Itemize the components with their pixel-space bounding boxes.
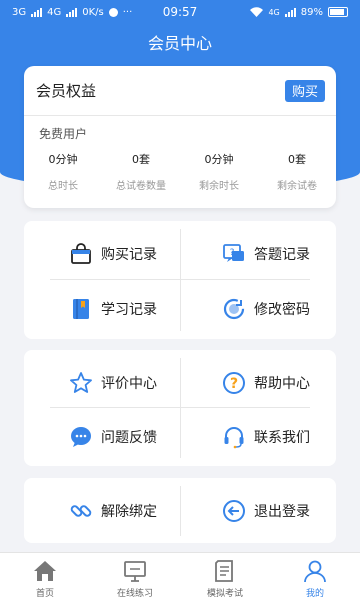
- menu-label: 评价中心: [101, 375, 157, 392]
- stat-label: 总试卷数量: [116, 181, 166, 192]
- star-icon: [70, 371, 92, 393]
- clock: 09:57: [162, 5, 198, 19]
- menu-label: 解除绑定: [101, 503, 157, 520]
- divider: [50, 407, 310, 408]
- stat-total-papers: 0套 总试卷数量: [102, 151, 180, 192]
- svg-text:?: ?: [230, 248, 235, 258]
- battery-icon: [328, 7, 348, 17]
- membership-title: 会员权益: [36, 82, 97, 100]
- buy-button[interactable]: 购买: [285, 79, 325, 102]
- menu-label: 答题记录: [254, 246, 310, 263]
- stat-label: 总时长: [48, 181, 78, 192]
- divider: [180, 229, 181, 331]
- study-records-item[interactable]: 学习记录: [24, 284, 180, 333]
- tab-mock-exam[interactable]: 模拟考试: [180, 553, 270, 600]
- menu-label: 退出登录: [254, 503, 310, 520]
- menu-group-help: 评价中心 ? 帮助中心 问题反馈 联系我们: [24, 350, 336, 466]
- logout-icon: [223, 499, 245, 522]
- user-type: 免费用户: [39, 127, 88, 141]
- stat-value: 0套: [132, 153, 150, 166]
- tab-home[interactable]: 首页: [0, 553, 90, 600]
- menu-label: 购买记录: [101, 246, 157, 263]
- exam-paper-icon: [215, 560, 233, 582]
- unlink-icon: [70, 504, 92, 517]
- tab-label: 我的: [305, 589, 324, 599]
- monitor-icon: [124, 561, 146, 582]
- stat-remaining-papers: 0套 剩余试卷: [258, 151, 336, 192]
- menu-label: 修改密码: [254, 301, 310, 318]
- tab-label: 在线练习: [116, 589, 153, 599]
- contact-us-item[interactable]: 联系我们: [180, 412, 336, 461]
- headset-icon: [224, 426, 244, 448]
- feedback-chat-icon: [71, 426, 91, 447]
- change-password-item[interactable]: 修改密码: [180, 284, 336, 333]
- bottom-tab-bar: 首页 在线练习 模拟考试 我的: [0, 552, 360, 600]
- unbind-item[interactable]: 解除绑定: [24, 486, 180, 535]
- stat-total-time: 0分钟 总时长: [24, 151, 102, 192]
- tab-online-practice[interactable]: 在线练习: [90, 553, 180, 600]
- divider: [180, 486, 181, 536]
- menu-group-records: 购买记录 ? 答题记录 学习记录 修改密码: [24, 221, 336, 339]
- tab-label: 首页: [35, 589, 54, 599]
- shopping-bag-icon: [71, 242, 91, 264]
- menu-label: 帮助中心: [254, 375, 310, 392]
- divider: [180, 358, 181, 458]
- review-center-item[interactable]: 评价中心: [24, 358, 180, 407]
- purchase-records-item[interactable]: 购买记录: [24, 229, 180, 278]
- stat-label: 剩余试卷: [277, 181, 317, 192]
- stat-label: 剩余时长: [199, 181, 239, 192]
- stat-value: 0分钟: [48, 153, 78, 166]
- answer-chat-icon: ?: [223, 243, 244, 262]
- menu-label: 联系我们: [254, 429, 310, 446]
- logout-item[interactable]: 退出登录: [180, 486, 336, 535]
- stat-remaining-time: 0分钟 剩余时长: [180, 151, 258, 192]
- page-title: 会员中心: [147, 34, 212, 53]
- refresh-password-icon: [223, 298, 245, 319]
- membership-card-header: 会员权益 购买: [24, 66, 336, 116]
- stat-value: 0分钟: [204, 153, 234, 166]
- answer-records-item[interactable]: ? 答题记录: [180, 229, 336, 278]
- membership-stats: 0分钟 总时长 0套 总试卷数量 0分钟 剩余时长 0套 剩余试卷: [24, 151, 336, 192]
- user-icon: [304, 560, 326, 583]
- home-icon: [34, 561, 56, 581]
- tab-mine[interactable]: 我的: [270, 553, 360, 600]
- tab-label: 模拟考试: [206, 589, 243, 599]
- book-icon: [73, 298, 89, 319]
- menu-label: 问题反馈: [101, 429, 157, 446]
- svg-text:?: ?: [230, 376, 238, 392]
- help-center-item[interactable]: ? 帮助中心: [180, 358, 336, 407]
- stat-value: 0套: [288, 153, 306, 166]
- status-bar: 3G 4G 0K/s ··· 09:57 4G 89%: [0, 0, 360, 24]
- menu-group-account: 解除绑定 退出登录: [24, 478, 336, 543]
- help-icon: ?: [223, 371, 245, 394]
- membership-card: 会员权益 购买 免费用户 0分钟 总时长 0套 总试卷数量 0分钟 剩余时长 0…: [24, 66, 336, 208]
- menu-label: 学习记录: [101, 301, 157, 318]
- divider: [50, 279, 310, 280]
- feedback-item[interactable]: 问题反馈: [24, 412, 180, 461]
